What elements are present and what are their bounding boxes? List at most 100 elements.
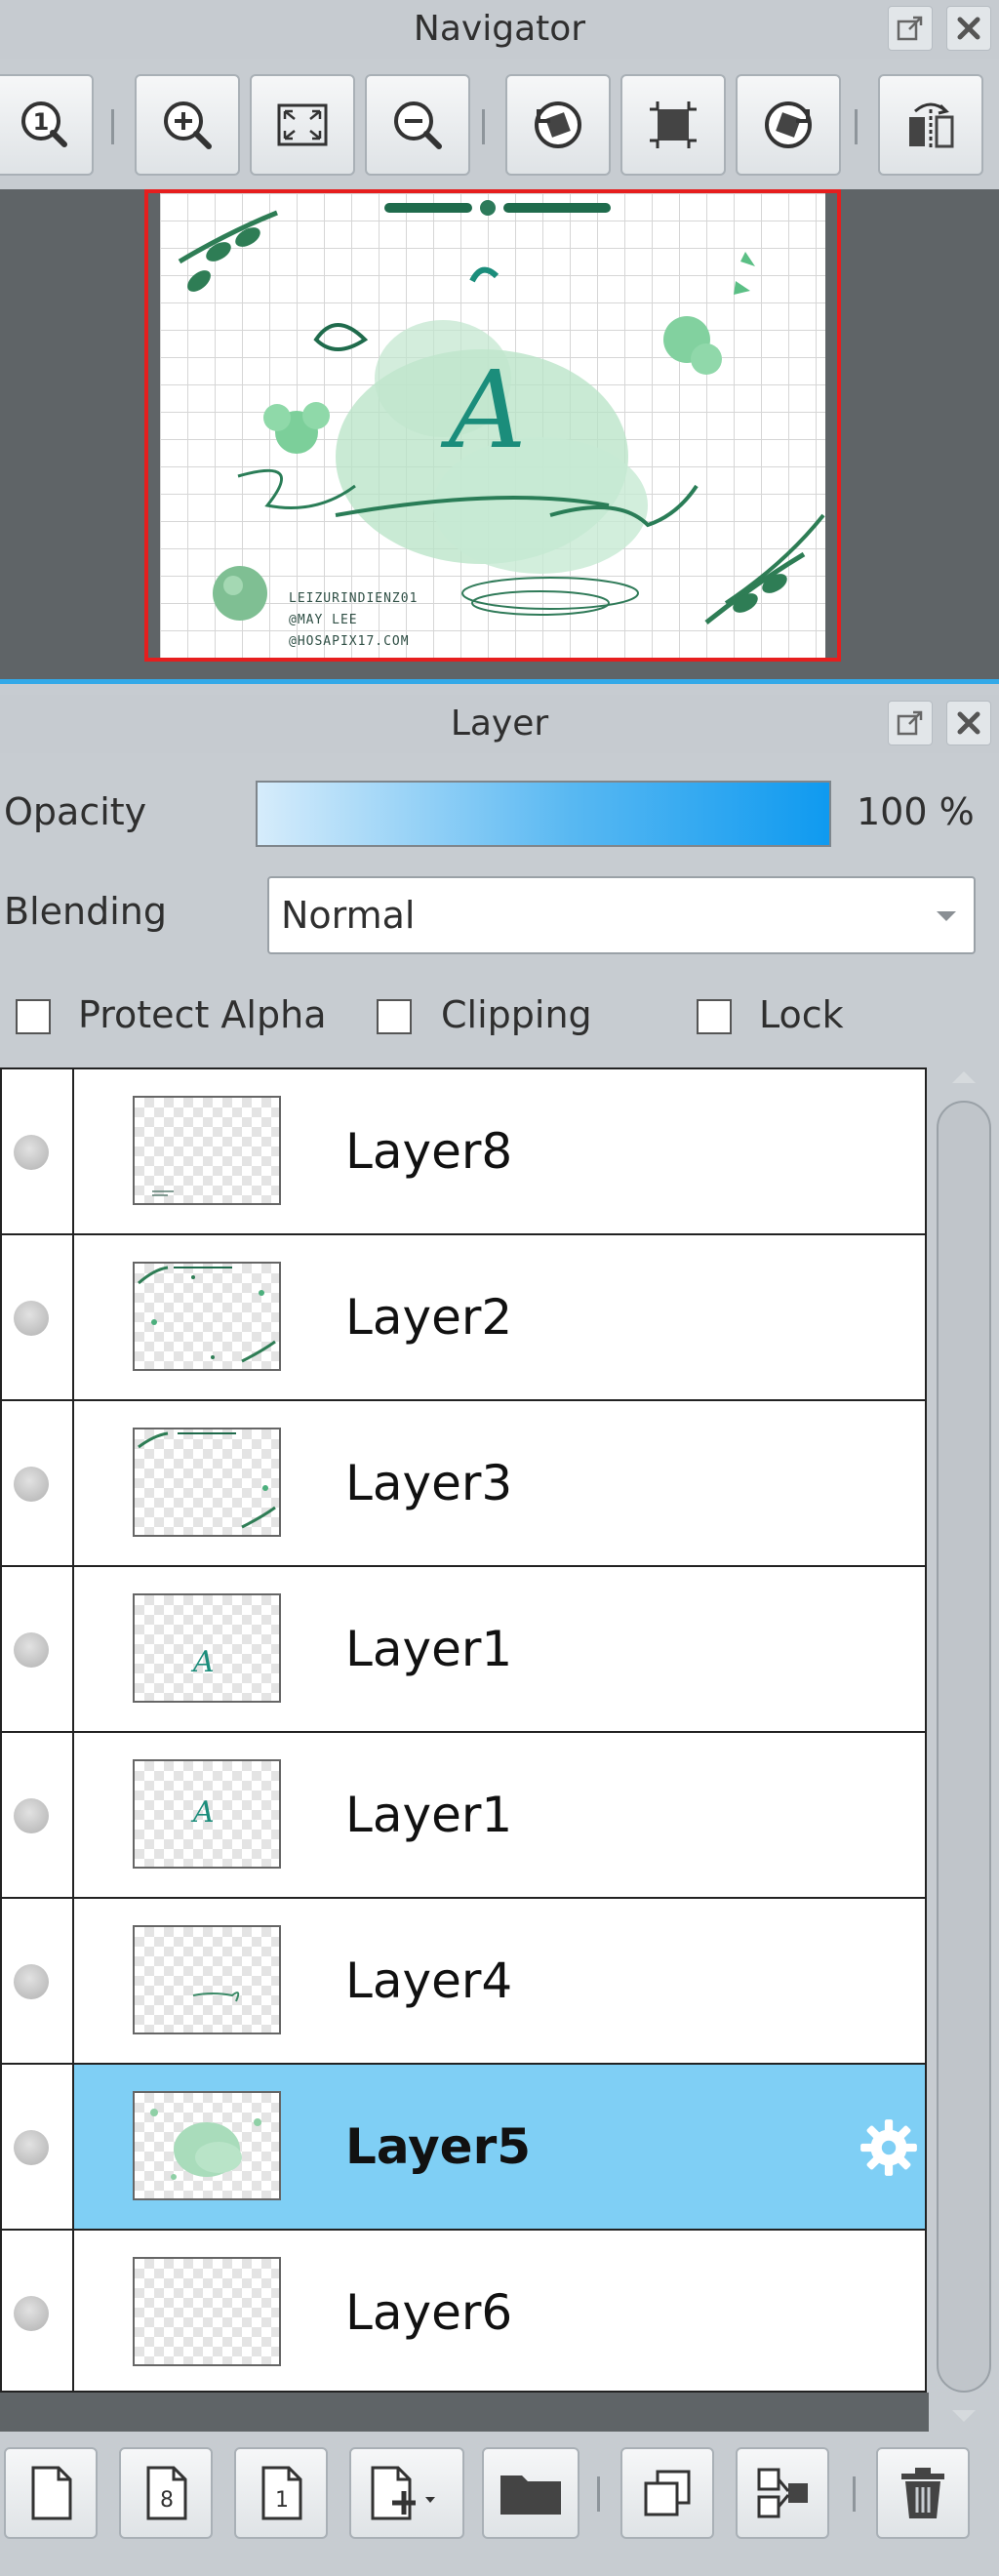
visibility-toggle-icon[interactable] xyxy=(14,1467,49,1502)
toolbar-separator xyxy=(111,109,114,144)
layer-cell[interactable]: A Layer1 xyxy=(74,1567,925,1731)
toolbar-separator xyxy=(855,109,858,144)
layer-list: Layer8 Layer2 Layer3 A Layer1 A Layer1 L… xyxy=(0,1067,927,2393)
layer-row-selected[interactable]: Layer5 xyxy=(2,2065,925,2231)
layer-titlebar: Layer xyxy=(0,695,999,753)
lock-label: Lock xyxy=(759,993,844,1036)
visibility-toggle-icon[interactable] xyxy=(14,1135,49,1170)
visibility-toggle-icon[interactable] xyxy=(14,1632,49,1668)
add-layer-menu-icon[interactable] xyxy=(349,2447,464,2539)
rotate-left-icon[interactable] xyxy=(505,74,611,176)
new-8bit-layer-icon[interactable]: 8 xyxy=(119,2447,213,2539)
zoom-in-icon[interactable] xyxy=(135,74,240,176)
navigator-preview[interactable]: A LEIZURINDIENZ01 @MAY LEE @HOSAPIX17.CO… xyxy=(0,189,999,679)
app-window: Navigator 1 A LEIZURINDIENZ01 @MAY LEE @… xyxy=(0,0,999,2576)
svg-text:1: 1 xyxy=(33,108,50,136)
panel-separator[interactable] xyxy=(0,679,999,684)
close-icon[interactable] xyxy=(946,6,991,51)
zoom-out-icon[interactable] xyxy=(365,74,470,176)
blending-value: Normal xyxy=(281,894,416,937)
layer-thumbnail: A xyxy=(133,1593,281,1703)
layer-thumbnail xyxy=(133,1262,281,1371)
reset-view-icon[interactable] xyxy=(620,74,726,176)
new-layer-icon[interactable] xyxy=(4,2447,98,2539)
popout-icon[interactable] xyxy=(888,701,933,745)
navigator-title: Navigator xyxy=(413,9,586,49)
layer-thumbnail xyxy=(133,1428,281,1537)
scroll-up-icon[interactable] xyxy=(952,1071,976,1083)
rotate-right-icon[interactable] xyxy=(736,74,841,176)
layer-list-scrollbar[interactable] xyxy=(929,1067,999,2432)
layer-thumbnail xyxy=(133,1096,281,1205)
svg-text:A: A xyxy=(190,1645,215,1679)
layer-row[interactable]: Layer8 xyxy=(2,1069,925,1235)
merge-down-icon[interactable] xyxy=(736,2447,829,2539)
svg-text:A: A xyxy=(190,1795,215,1830)
canvas-credit-line: LEIZURINDIENZ01 xyxy=(289,591,419,606)
close-icon[interactable] xyxy=(946,701,991,745)
svg-text:1: 1 xyxy=(275,2488,289,2513)
layer-name: Layer6 xyxy=(345,2284,513,2341)
layer-row[interactable]: A Layer1 xyxy=(2,1567,925,1733)
layer-name: Layer4 xyxy=(345,1952,513,2009)
delete-layer-icon[interactable] xyxy=(876,2447,970,2539)
scrollbar-thumb[interactable] xyxy=(937,1101,991,2393)
popout-icon[interactable] xyxy=(888,6,933,51)
canvas-thumbnail: A LEIZURINDIENZ01 @MAY LEE @HOSAPIX17.CO… xyxy=(160,193,825,658)
layer-cell[interactable]: Layer5 xyxy=(74,2065,925,2229)
protect-alpha-checkbox[interactable] xyxy=(16,999,51,1034)
opacity-slider[interactable] xyxy=(256,781,831,847)
visibility-toggle-icon[interactable] xyxy=(14,1964,49,1999)
toolbar-separator xyxy=(597,2476,600,2512)
blending-label: Blending xyxy=(4,890,167,933)
visibility-toggle-icon[interactable] xyxy=(14,2296,49,2331)
layer-name: Layer8 xyxy=(345,1123,513,1180)
toolbar-separator xyxy=(482,109,485,144)
lock-checkbox[interactable] xyxy=(697,999,732,1034)
blending-select[interactable]: Normal xyxy=(267,876,976,954)
layer-name: Layer1 xyxy=(345,1621,513,1677)
chevron-down-icon xyxy=(937,911,956,921)
layer-toolbar: 8 1 xyxy=(0,2432,999,2576)
gear-icon[interactable] xyxy=(857,2115,921,2180)
layer-cell[interactable]: A Layer1 xyxy=(74,1733,925,1897)
layer-name: Layer2 xyxy=(345,1289,513,1346)
zoom-actual-size-icon[interactable]: 1 xyxy=(0,74,94,176)
layer-thumbnail xyxy=(133,2091,281,2200)
flip-horizontal-icon[interactable] xyxy=(878,74,983,176)
protect-alpha-label: Protect Alpha xyxy=(78,993,327,1036)
layer-panel-title: Layer xyxy=(450,704,549,744)
layer-name: Layer1 xyxy=(345,1787,513,1843)
duplicate-layer-icon[interactable] xyxy=(620,2447,714,2539)
visibility-toggle-icon[interactable] xyxy=(14,1798,49,1833)
layer-cell[interactable]: Layer3 xyxy=(74,1401,925,1565)
layer-list-footer xyxy=(0,2393,929,2432)
artwork-preview: A xyxy=(178,200,825,624)
opacity-value: 100 % xyxy=(857,790,975,833)
clipping-checkbox[interactable] xyxy=(377,999,412,1034)
visibility-toggle-icon[interactable] xyxy=(14,2130,49,2165)
fit-to-window-icon[interactable] xyxy=(250,74,355,176)
navigator-view-frame[interactable]: A LEIZURINDIENZ01 @MAY LEE @HOSAPIX17.CO… xyxy=(144,189,841,662)
layer-cell[interactable]: Layer2 xyxy=(74,1235,925,1399)
layer-thumbnail xyxy=(133,1925,281,2034)
layer-cell[interactable]: Layer6 xyxy=(74,2231,925,2391)
navigator-titlebar: Navigator xyxy=(0,0,999,59)
canvas-credit-line: @MAY LEE xyxy=(289,613,358,627)
new-folder-icon[interactable] xyxy=(482,2447,579,2539)
layer-row[interactable]: Layer2 xyxy=(2,1235,925,1401)
layer-name: Layer5 xyxy=(345,2118,532,2175)
visibility-toggle-icon[interactable] xyxy=(14,1301,49,1336)
new-1bit-layer-icon[interactable]: 1 xyxy=(234,2447,328,2539)
layer-cell[interactable]: Layer8 xyxy=(74,1069,925,1233)
clipping-label: Clipping xyxy=(441,993,592,1036)
svg-text:8: 8 xyxy=(160,2488,174,2513)
layer-row[interactable]: Layer4 xyxy=(2,1899,925,2065)
layer-row[interactable]: Layer3 xyxy=(2,1401,925,1567)
layer-cell[interactable]: Layer4 xyxy=(74,1899,925,2063)
scroll-down-icon[interactable] xyxy=(952,2410,976,2422)
layer-thumbnail xyxy=(133,2257,281,2366)
layer-row[interactable]: A Layer1 xyxy=(2,1733,925,1899)
layer-row[interactable]: Layer6 xyxy=(2,2231,925,2391)
toolbar-separator xyxy=(853,2476,856,2512)
